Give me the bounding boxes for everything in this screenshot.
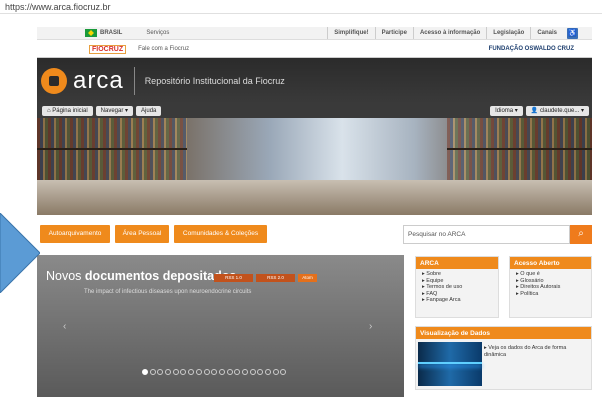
slider-dot[interactable] xyxy=(234,369,241,375)
slider-dot[interactable] xyxy=(172,369,179,375)
nav-home[interactable]: ⌂ Página inicial xyxy=(42,106,93,116)
gov-link-acesso[interactable]: Acesso à informação xyxy=(412,27,486,39)
banner-shelf xyxy=(447,148,592,150)
viz-panel-title: Visualização de Dados xyxy=(416,327,591,339)
autoarquivamento-button[interactable]: Autoarquivamento xyxy=(40,225,110,243)
arca-link-fanpage[interactable]: Fanpage Arca xyxy=(422,297,498,304)
gov-link-participe[interactable]: Participe xyxy=(374,27,413,39)
nav-right: Idioma ▾ 👤 claudete.que... ▾ xyxy=(487,106,589,116)
gov-link-canais[interactable]: Canais xyxy=(530,27,563,39)
nav-navegar[interactable]: Navegar ▾ xyxy=(95,106,134,116)
viz-panel: Visualização de Dados ▸ Veja os dados do… xyxy=(415,326,592,390)
area-pessoal-button[interactable]: Área Pessoal xyxy=(115,225,169,243)
slider-prev-icon[interactable]: ‹ xyxy=(63,321,66,332)
callout-arrow-icon xyxy=(0,213,40,293)
fiocruz-bar: FIOCRUZ Fale com a Fiocruz FUNDAÇÃO OSWA… xyxy=(37,41,592,58)
header-divider xyxy=(133,67,135,95)
nav-user-label: claudete.que... ▾ xyxy=(539,108,584,114)
nav-bar: ⌂ Página inicial Navegar ▾ Ajuda Idioma … xyxy=(37,104,592,118)
viz-image[interactable] xyxy=(418,342,482,386)
banner-floor xyxy=(37,180,592,215)
fiocruz-logo[interactable]: FIOCRUZ xyxy=(89,44,127,54)
slider-dot[interactable] xyxy=(226,369,233,375)
feed-rss1[interactable]: RSS 1.0 xyxy=(214,274,253,282)
site-header: arca Repositório Institucional da Fiocru… xyxy=(37,58,592,104)
slider-dot[interactable] xyxy=(157,369,164,375)
acesso-link-politica[interactable]: Política xyxy=(516,291,591,298)
gov-link-legislacao[interactable]: Legislação xyxy=(486,27,530,39)
fale-link[interactable]: Fale com a Fiocruz xyxy=(138,46,189,52)
slider-title-light: Novos xyxy=(46,269,82,283)
slider-dot[interactable] xyxy=(165,369,172,375)
brasil-link[interactable]: BRASIL xyxy=(100,30,122,36)
arca-panel-title: ARCA xyxy=(416,257,498,269)
feed-rss2[interactable]: RSS 2.0 xyxy=(256,274,295,282)
nav-user[interactable]: 👤 claudete.que... ▾ xyxy=(525,106,589,116)
slider-dot[interactable] xyxy=(195,369,202,375)
slider-dot[interactable] xyxy=(218,369,225,375)
banner-shelf xyxy=(37,148,187,150)
repo-title: Repositório Institucional da Fiocruz xyxy=(144,76,285,86)
servicos-link[interactable]: Serviços xyxy=(146,30,169,36)
gov-bar: BRASIL Serviços Simplifique! Participe A… xyxy=(37,27,592,40)
viz-link[interactable]: ▸ Veja os dados do Arca de forma dinâmic… xyxy=(484,345,589,359)
comunidades-button[interactable]: Comunidades & Coleções xyxy=(174,225,267,243)
acesso-panel-list: O que é Glossário Direitos Autorais Polí… xyxy=(510,269,591,297)
slider-dot[interactable] xyxy=(203,369,210,375)
arca-logo[interactable]: arca xyxy=(41,67,124,95)
slider-dots xyxy=(142,369,288,375)
slider-next-icon[interactable]: › xyxy=(369,321,372,332)
acesso-panel: Acesso Aberto O que é Glossário Direitos… xyxy=(509,256,592,318)
feed-atom[interactable]: Atom xyxy=(298,274,317,282)
search-input[interactable]: Pesquisar no ARCA xyxy=(403,225,570,244)
user-icon: 👤 xyxy=(530,108,540,114)
slider-dot[interactable] xyxy=(257,369,264,375)
recent-deposits-slider[interactable]: Novos documentos depositados RSS 1.0 RSS… xyxy=(37,255,404,397)
library-banner xyxy=(37,118,592,215)
gov-links: Simplifique! Participe Acesso à informaç… xyxy=(327,27,563,39)
slider-dot[interactable] xyxy=(249,369,256,375)
slider-dot[interactable] xyxy=(188,369,195,375)
address-bar[interactable]: https://www.arca.fiocruz.br xyxy=(0,0,602,14)
arca-panel-list: Sobre Equipe Termos de uso FAQ Fanpage A… xyxy=(416,269,498,304)
nav-idioma[interactable]: Idioma ▾ xyxy=(490,106,523,116)
nav-home-label: Página inicial xyxy=(52,108,88,114)
search-icon[interactable]: ⌕ xyxy=(570,225,592,244)
slider-dot[interactable] xyxy=(265,369,271,375)
gov-link-simplifique[interactable]: Simplifique! xyxy=(327,27,374,39)
slider-dot[interactable] xyxy=(272,369,279,375)
slider-title: Novos documentos depositados xyxy=(46,269,236,283)
slider-dot[interactable] xyxy=(180,369,187,375)
slider-headline[interactable]: The impact of infectious diseases upon n… xyxy=(84,289,251,295)
slider-dot[interactable] xyxy=(211,369,218,375)
nav-ajuda[interactable]: Ajuda xyxy=(136,106,162,116)
arca-logo-text: arca xyxy=(73,67,124,94)
slider-dot[interactable] xyxy=(241,369,248,375)
accessibility-icon[interactable]: ♿ xyxy=(567,28,578,39)
acesso-panel-title: Acesso Aberto xyxy=(510,257,591,269)
brazil-flag-icon xyxy=(85,29,97,37)
arca-panel: ARCA Sobre Equipe Termos de uso FAQ Fanp… xyxy=(415,256,499,318)
arca-logo-icon xyxy=(41,68,67,94)
viz-link-text: Veja os dados do Arca de forma dinâmica xyxy=(484,345,567,358)
slider-dot[interactable] xyxy=(280,369,287,375)
fundacao-label: FUNDAÇÃO OSWALDO CRUZ xyxy=(488,46,574,52)
slider-dot[interactable] xyxy=(149,369,156,375)
slider-dot[interactable] xyxy=(142,369,148,375)
